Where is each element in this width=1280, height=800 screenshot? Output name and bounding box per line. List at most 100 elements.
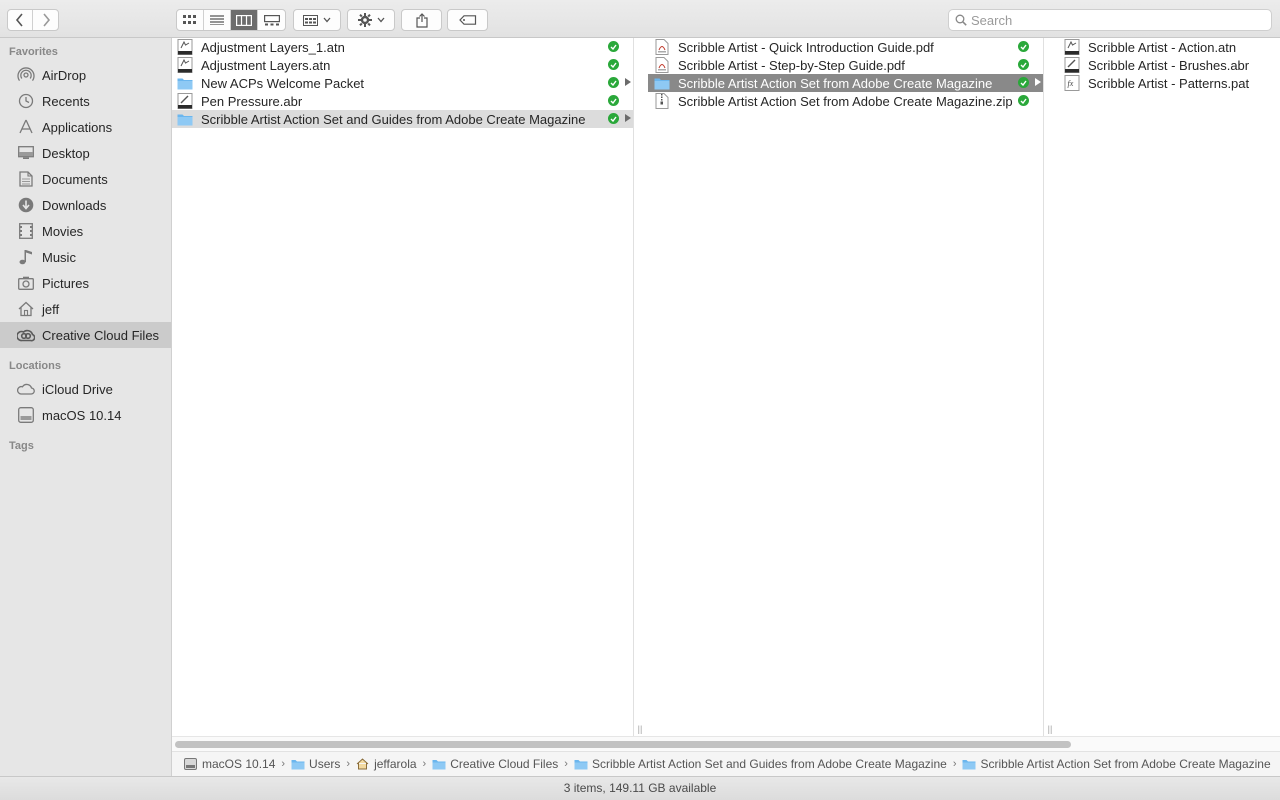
chevron-down-icon: [377, 17, 384, 23]
sidebar-item-label: iCloud Drive: [42, 381, 113, 397]
download-icon: [17, 196, 35, 214]
list-item[interactable]: Scribble Artist - Quick Introduction Gui…: [648, 38, 1043, 56]
list-view-button[interactable]: [204, 10, 231, 30]
home-icon: [356, 758, 370, 770]
action-menu-button[interactable]: [348, 10, 394, 30]
status-bar: 3 items, 149.11 GB available: [0, 776, 1280, 800]
share-button[interactable]: [402, 10, 441, 30]
path-item-creative-cloud-files[interactable]: Creative Cloud Files: [432, 757, 558, 771]
file-name: Adjustment Layers.atn: [201, 57, 331, 73]
horizontal-scrollbar[interactable]: [172, 736, 1280, 751]
path-separator: ›: [346, 758, 351, 770]
search-input[interactable]: [971, 12, 1261, 28]
sidebar-item-pictures[interactable]: Pictures: [0, 270, 171, 296]
column-divider: [633, 38, 634, 736]
path-item-macos[interactable]: macOS 10.14: [184, 757, 275, 771]
folder-icon: [654, 75, 670, 91]
sidebar-item-macos[interactable]: macOS 10.14: [0, 402, 171, 428]
film-icon: [17, 222, 35, 240]
hard-drive-icon: [184, 758, 198, 770]
tags-button-wrap: [447, 9, 488, 31]
edit-tags-button[interactable]: [448, 10, 487, 30]
creative-cloud-icon: [17, 326, 35, 344]
back-button[interactable]: [8, 10, 33, 30]
view-mode-buttons: [176, 9, 286, 31]
path-separator: ›: [281, 758, 286, 770]
list-item[interactable]: Adjustment Layers_1.atn: [172, 38, 633, 56]
path-item-users[interactable]: Users: [291, 757, 340, 771]
sidebar-item-label: Movies: [42, 223, 84, 239]
sidebar-item-recents[interactable]: Recents: [0, 88, 171, 114]
path-label: Users: [309, 757, 341, 771]
hard-drive-icon: [17, 406, 35, 424]
search-field[interactable]: [948, 9, 1272, 31]
sidebar-item-music[interactable]: Music: [0, 244, 171, 270]
sidebar-item-desktop[interactable]: Desktop: [0, 140, 171, 166]
folder-icon: [962, 758, 976, 770]
group-by-button[interactable]: [294, 10, 340, 30]
sidebar-item-label: Applications: [42, 119, 113, 135]
sidebar-item-label: Downloads: [42, 197, 107, 213]
list-item[interactable]: Adjustment Layers.atn: [172, 56, 633, 74]
pdf-file-icon: [654, 39, 670, 55]
action-button-wrap: [347, 9, 395, 31]
locations-header: Locations: [9, 360, 61, 372]
file-name: Scribble Artist Action Set from Adobe Cr…: [678, 75, 993, 91]
scrollbar-thumb[interactable]: [175, 741, 1071, 748]
column-resize-handle[interactable]: ||: [1043, 722, 1057, 736]
file-name: Scribble Artist - Brushes.abr: [1088, 57, 1250, 73]
action-file-icon: [1064, 39, 1080, 55]
column-resize-handle[interactable]: ||: [633, 722, 647, 736]
sidebar-item-movies[interactable]: Movies: [0, 218, 171, 244]
tags-header: Tags: [9, 440, 34, 452]
list-item[interactable]: Scribble Artist - Step-by-Step Guide.pdf: [648, 56, 1043, 74]
svg-text:fx: fx: [1068, 79, 1074, 88]
group-button-wrap: [293, 9, 341, 31]
path-label: Scribble Artist Action Set from Adobe Cr…: [980, 757, 1271, 771]
sidebar-item-airdrop[interactable]: AirDrop: [0, 62, 171, 88]
search-icon: [955, 14, 967, 26]
sidebar: Favorites AirDrop Recents Applications D…: [0, 38, 172, 776]
synced-check-icon: [608, 41, 619, 52]
sidebar-item-creative-cloud-files[interactable]: Creative Cloud Files: [0, 322, 171, 348]
sidebar-item-documents[interactable]: Documents: [0, 166, 171, 192]
file-name: Scribble Artist - Patterns.pat: [1088, 75, 1250, 91]
list-item[interactable]: Scribble Artist - Action.atn: [1058, 38, 1280, 56]
cloud-icon: [17, 380, 35, 398]
forward-button[interactable]: [33, 10, 58, 30]
icon-view-button[interactable]: [177, 10, 204, 30]
gallery-view-button[interactable]: [258, 10, 285, 30]
path-item-scribble-action-set[interactable]: Scribble Artist Action Set from Adobe Cr…: [962, 757, 1271, 771]
sidebar-item-label: macOS 10.14: [42, 407, 122, 423]
sidebar-item-applications[interactable]: Applications: [0, 114, 171, 140]
column-view-button[interactable]: [231, 10, 258, 30]
chevron-right-icon: [42, 13, 50, 27]
camera-icon: [17, 274, 35, 292]
list-item[interactable]: fx Scribble Artist - Patterns.pat: [1058, 74, 1280, 92]
path-item-jeffarola[interactable]: jeffarola: [356, 757, 417, 771]
sidebar-item-downloads[interactable]: Downloads: [0, 192, 171, 218]
path-item-scribble-guides[interactable]: Scribble Artist Action Set and Guides fr…: [574, 757, 947, 771]
airdrop-icon: [17, 66, 35, 84]
path-label: Creative Cloud Files: [450, 757, 559, 771]
synced-check-icon: [608, 95, 619, 106]
sidebar-item-icloud-drive[interactable]: iCloud Drive: [0, 376, 171, 402]
file-name: Pen Pressure.abr: [201, 93, 303, 109]
list-item[interactable]: Pen Pressure.abr: [172, 92, 633, 110]
folder-icon: [177, 75, 193, 91]
list-item[interactable]: Scribble Artist Action Set from Adobe Cr…: [648, 92, 1043, 110]
synced-check-icon: [1018, 95, 1029, 106]
action-file-icon: [177, 39, 193, 55]
list-item-selected[interactable]: Scribble Artist Action Set and Guides fr…: [172, 110, 633, 128]
share-icon: [415, 12, 428, 28]
list-item[interactable]: New ACPs Welcome Packet: [172, 74, 633, 92]
path-label: jeffarola: [374, 757, 417, 771]
disclosure-arrow-icon: [1035, 78, 1041, 86]
brush-file-icon: [1064, 57, 1080, 73]
toolbar: [0, 0, 1280, 38]
status-text: 3 items, 149.11 GB available: [563, 781, 717, 795]
sidebar-item-jeff[interactable]: jeff: [0, 296, 171, 322]
list-item-selected[interactable]: Scribble Artist Action Set from Adobe Cr…: [648, 74, 1043, 92]
list-item[interactable]: Scribble Artist - Brushes.abr: [1058, 56, 1280, 74]
synced-check-icon: [1018, 41, 1029, 52]
